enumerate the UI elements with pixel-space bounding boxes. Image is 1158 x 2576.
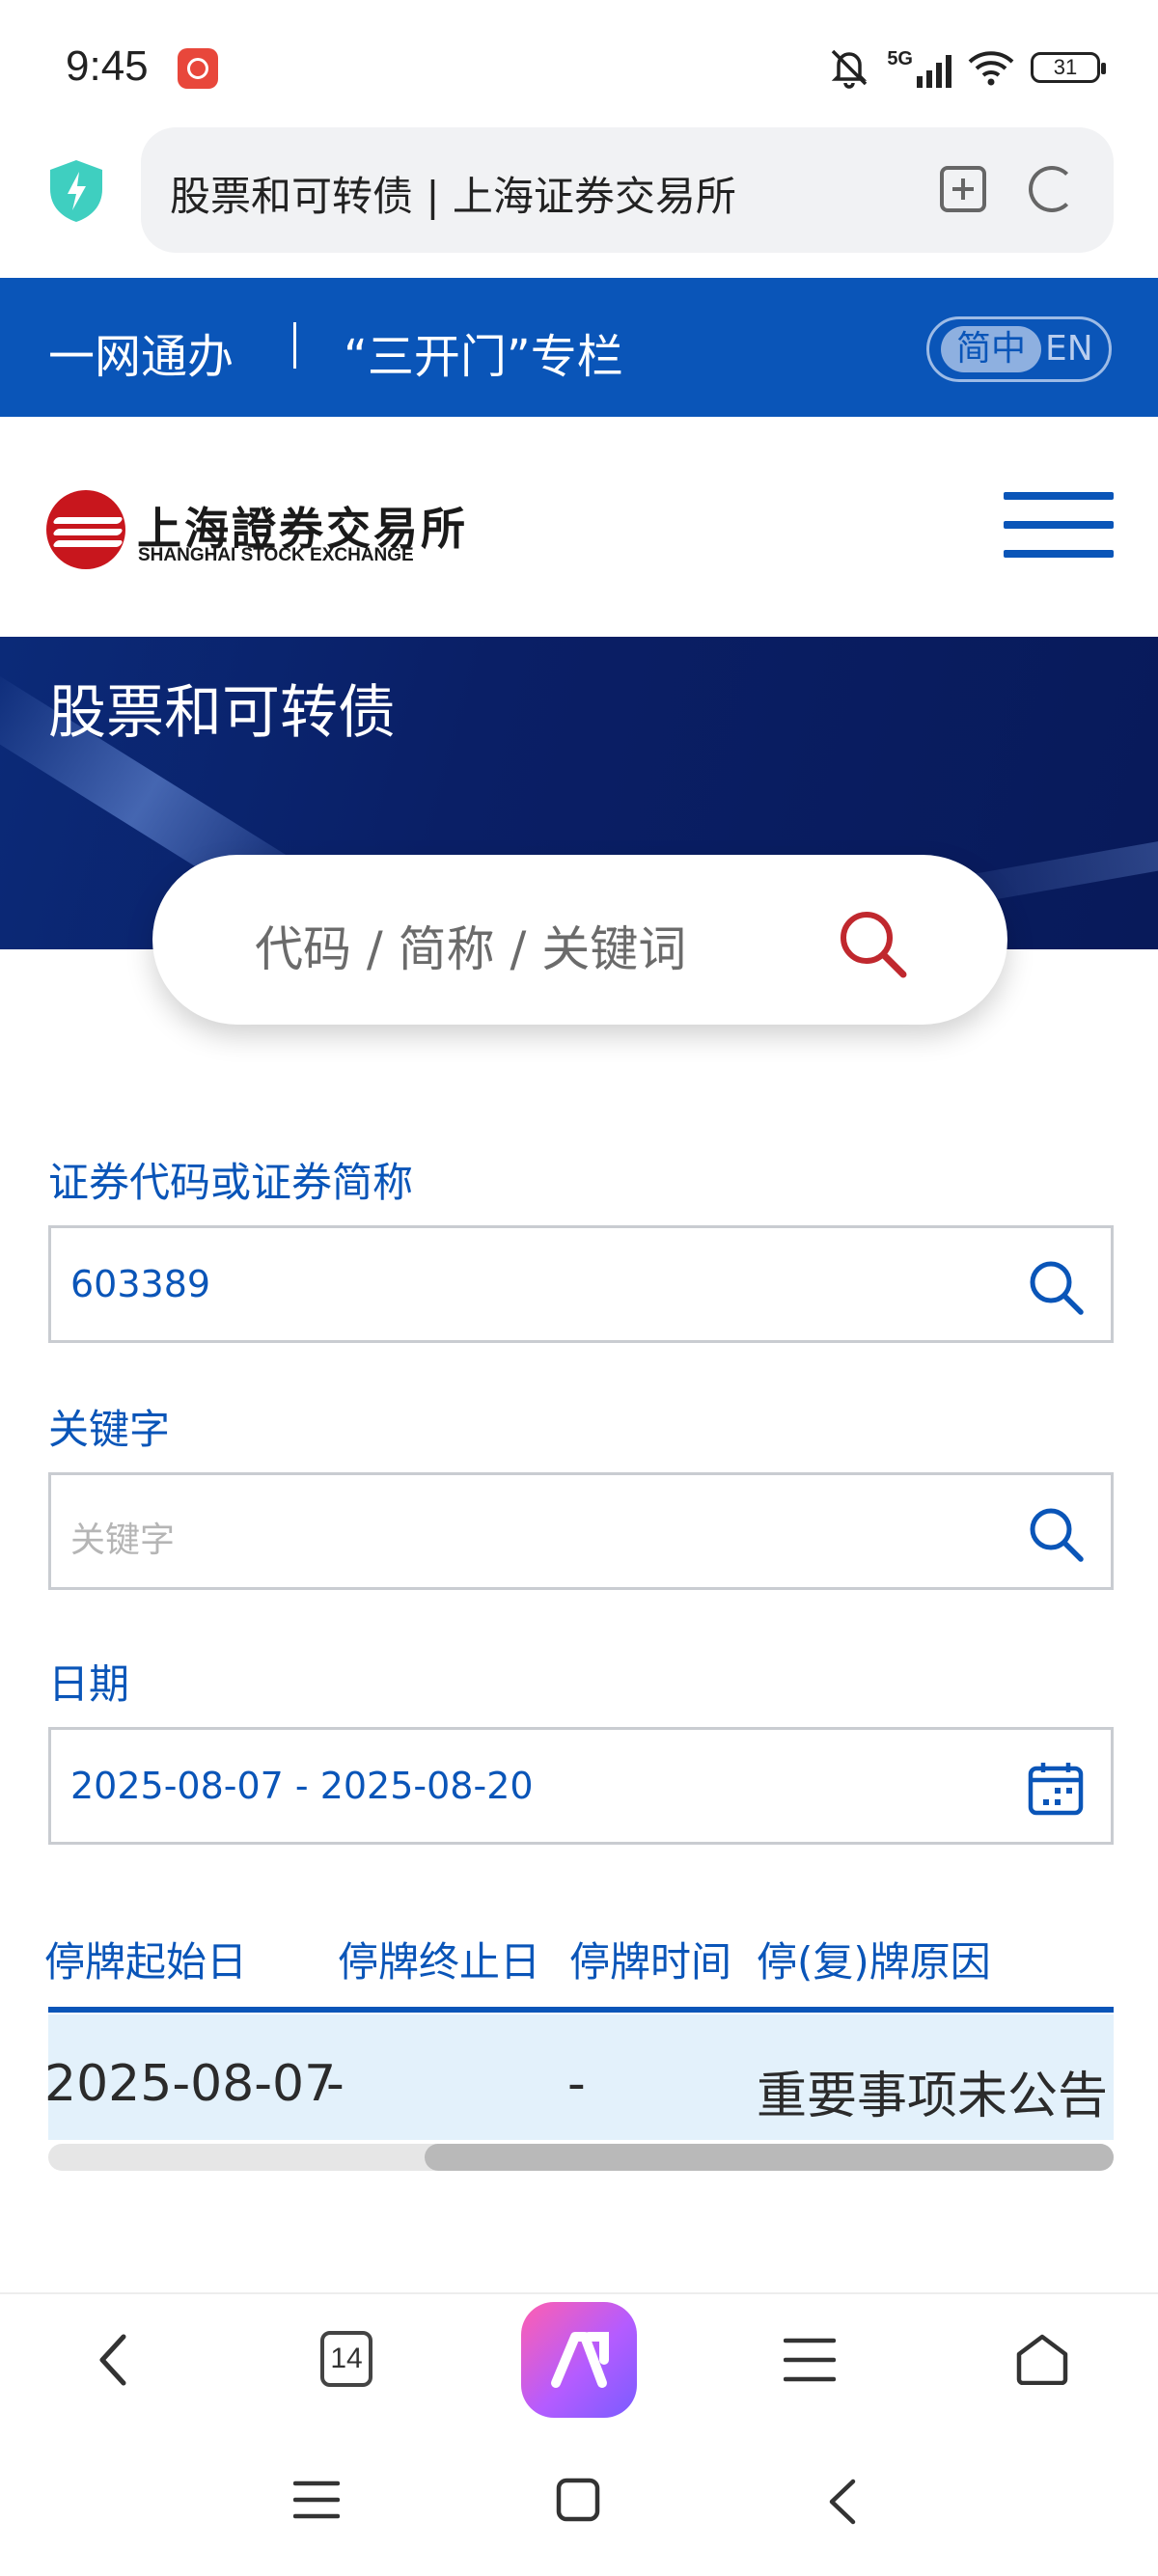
top-service-bar: 一网通办 “三开门”专栏 简中 EN bbox=[0, 278, 1158, 417]
status-time: 9:45 bbox=[66, 42, 149, 90]
address-bar[interactable]: 股票和可转债 | 上海证券交易所 bbox=[141, 127, 1114, 253]
column-header-suspension-start[interactable]: 停牌起始日 bbox=[44, 1930, 247, 1988]
sse-logo-icon[interactable] bbox=[46, 490, 125, 569]
ai-assistant-icon[interactable] bbox=[521, 2302, 637, 2418]
search-icon[interactable] bbox=[836, 907, 909, 980]
tab-count: 14 bbox=[330, 2343, 363, 2374]
cell-reason: 重要事项未公告 bbox=[757, 2068, 1109, 2125]
logo-name-en[interactable]: SHANGHAI STOCK EXCHANGE bbox=[138, 545, 414, 566]
keyword-input[interactable]: 关键字 bbox=[70, 1512, 175, 1562]
column-header-reason[interactable]: 停(复)牌原因 bbox=[757, 1930, 991, 1988]
app-notification-icon bbox=[178, 48, 218, 89]
shield-icon[interactable] bbox=[46, 158, 106, 224]
code-input[interactable]: 603389 bbox=[70, 1263, 210, 1305]
language-switch[interactable]: 简中 EN bbox=[926, 316, 1112, 382]
menu-button[interactable] bbox=[1004, 492, 1114, 560]
divider bbox=[293, 322, 296, 369]
table-scrollbar-thumb[interactable] bbox=[425, 2144, 1114, 2171]
language-option-zh[interactable]: 简中 bbox=[941, 326, 1041, 372]
date-range-input[interactable]: 2025-08-07 - 2025-08-20 bbox=[70, 1765, 534, 1807]
page-title: 股票和可转债 bbox=[48, 679, 396, 747]
back-icon[interactable] bbox=[93, 2331, 135, 2389]
column-header-suspension-time[interactable]: 停牌时间 bbox=[569, 1930, 731, 1988]
table-header-divider bbox=[48, 2007, 1114, 2013]
keyword-label: 关键字 bbox=[48, 1406, 171, 1453]
cell-suspension-start: 2025-08-07 bbox=[44, 2055, 337, 2113]
global-search-box[interactable]: 代码 / 简称 / 关键词 bbox=[152, 855, 1007, 1025]
code-field[interactable]: 603389 bbox=[48, 1225, 1114, 1343]
system-home-icon[interactable] bbox=[556, 2478, 600, 2522]
search-icon[interactable] bbox=[1026, 1257, 1086, 1317]
mute-bell-icon bbox=[832, 49, 868, 89]
reload-icon[interactable] bbox=[1029, 166, 1075, 212]
url-title[interactable]: 股票和可转债 | 上海证券交易所 bbox=[170, 164, 736, 223]
battery-icon: 31 bbox=[1031, 52, 1106, 83]
status-icons: 5G 31 bbox=[827, 42, 1106, 93]
one-stop-service-link[interactable]: 一网通办 bbox=[48, 318, 234, 386]
calendar-icon[interactable] bbox=[1026, 1759, 1086, 1819]
date-label: 日期 bbox=[48, 1660, 130, 1708]
cell-suspension-time: - bbox=[567, 2055, 586, 2113]
cell-suspension-end: - bbox=[326, 2055, 345, 2113]
search-icon[interactable] bbox=[1026, 1504, 1086, 1564]
signal-icon: 5G bbox=[887, 48, 951, 88]
wifi-icon bbox=[968, 51, 1014, 86]
tabs-icon[interactable]: 14 bbox=[320, 2331, 372, 2387]
network-type: 5G bbox=[887, 47, 913, 69]
date-range-field[interactable]: 2025-08-07 - 2025-08-20 bbox=[48, 1727, 1114, 1845]
language-option-en[interactable]: EN bbox=[1045, 326, 1093, 372]
code-label: 证券代码或证券简称 bbox=[48, 1159, 414, 1206]
battery-level: 31 bbox=[1053, 55, 1078, 79]
add-bookmark-icon[interactable] bbox=[940, 166, 986, 212]
system-recents-icon[interactable] bbox=[293, 2478, 340, 2522]
keyword-field[interactable]: 关键字 bbox=[48, 1472, 1114, 1590]
home-icon[interactable] bbox=[1015, 2333, 1069, 2385]
global-search-input[interactable]: 代码 / 简称 / 关键词 bbox=[255, 911, 686, 980]
column-header-suspension-end[interactable]: 停牌终止日 bbox=[338, 1930, 540, 1988]
system-back-icon[interactable] bbox=[824, 2478, 859, 2526]
menu-icon[interactable] bbox=[784, 2335, 836, 2385]
three-doors-column-link[interactable]: “三开门”专栏 bbox=[344, 318, 623, 386]
